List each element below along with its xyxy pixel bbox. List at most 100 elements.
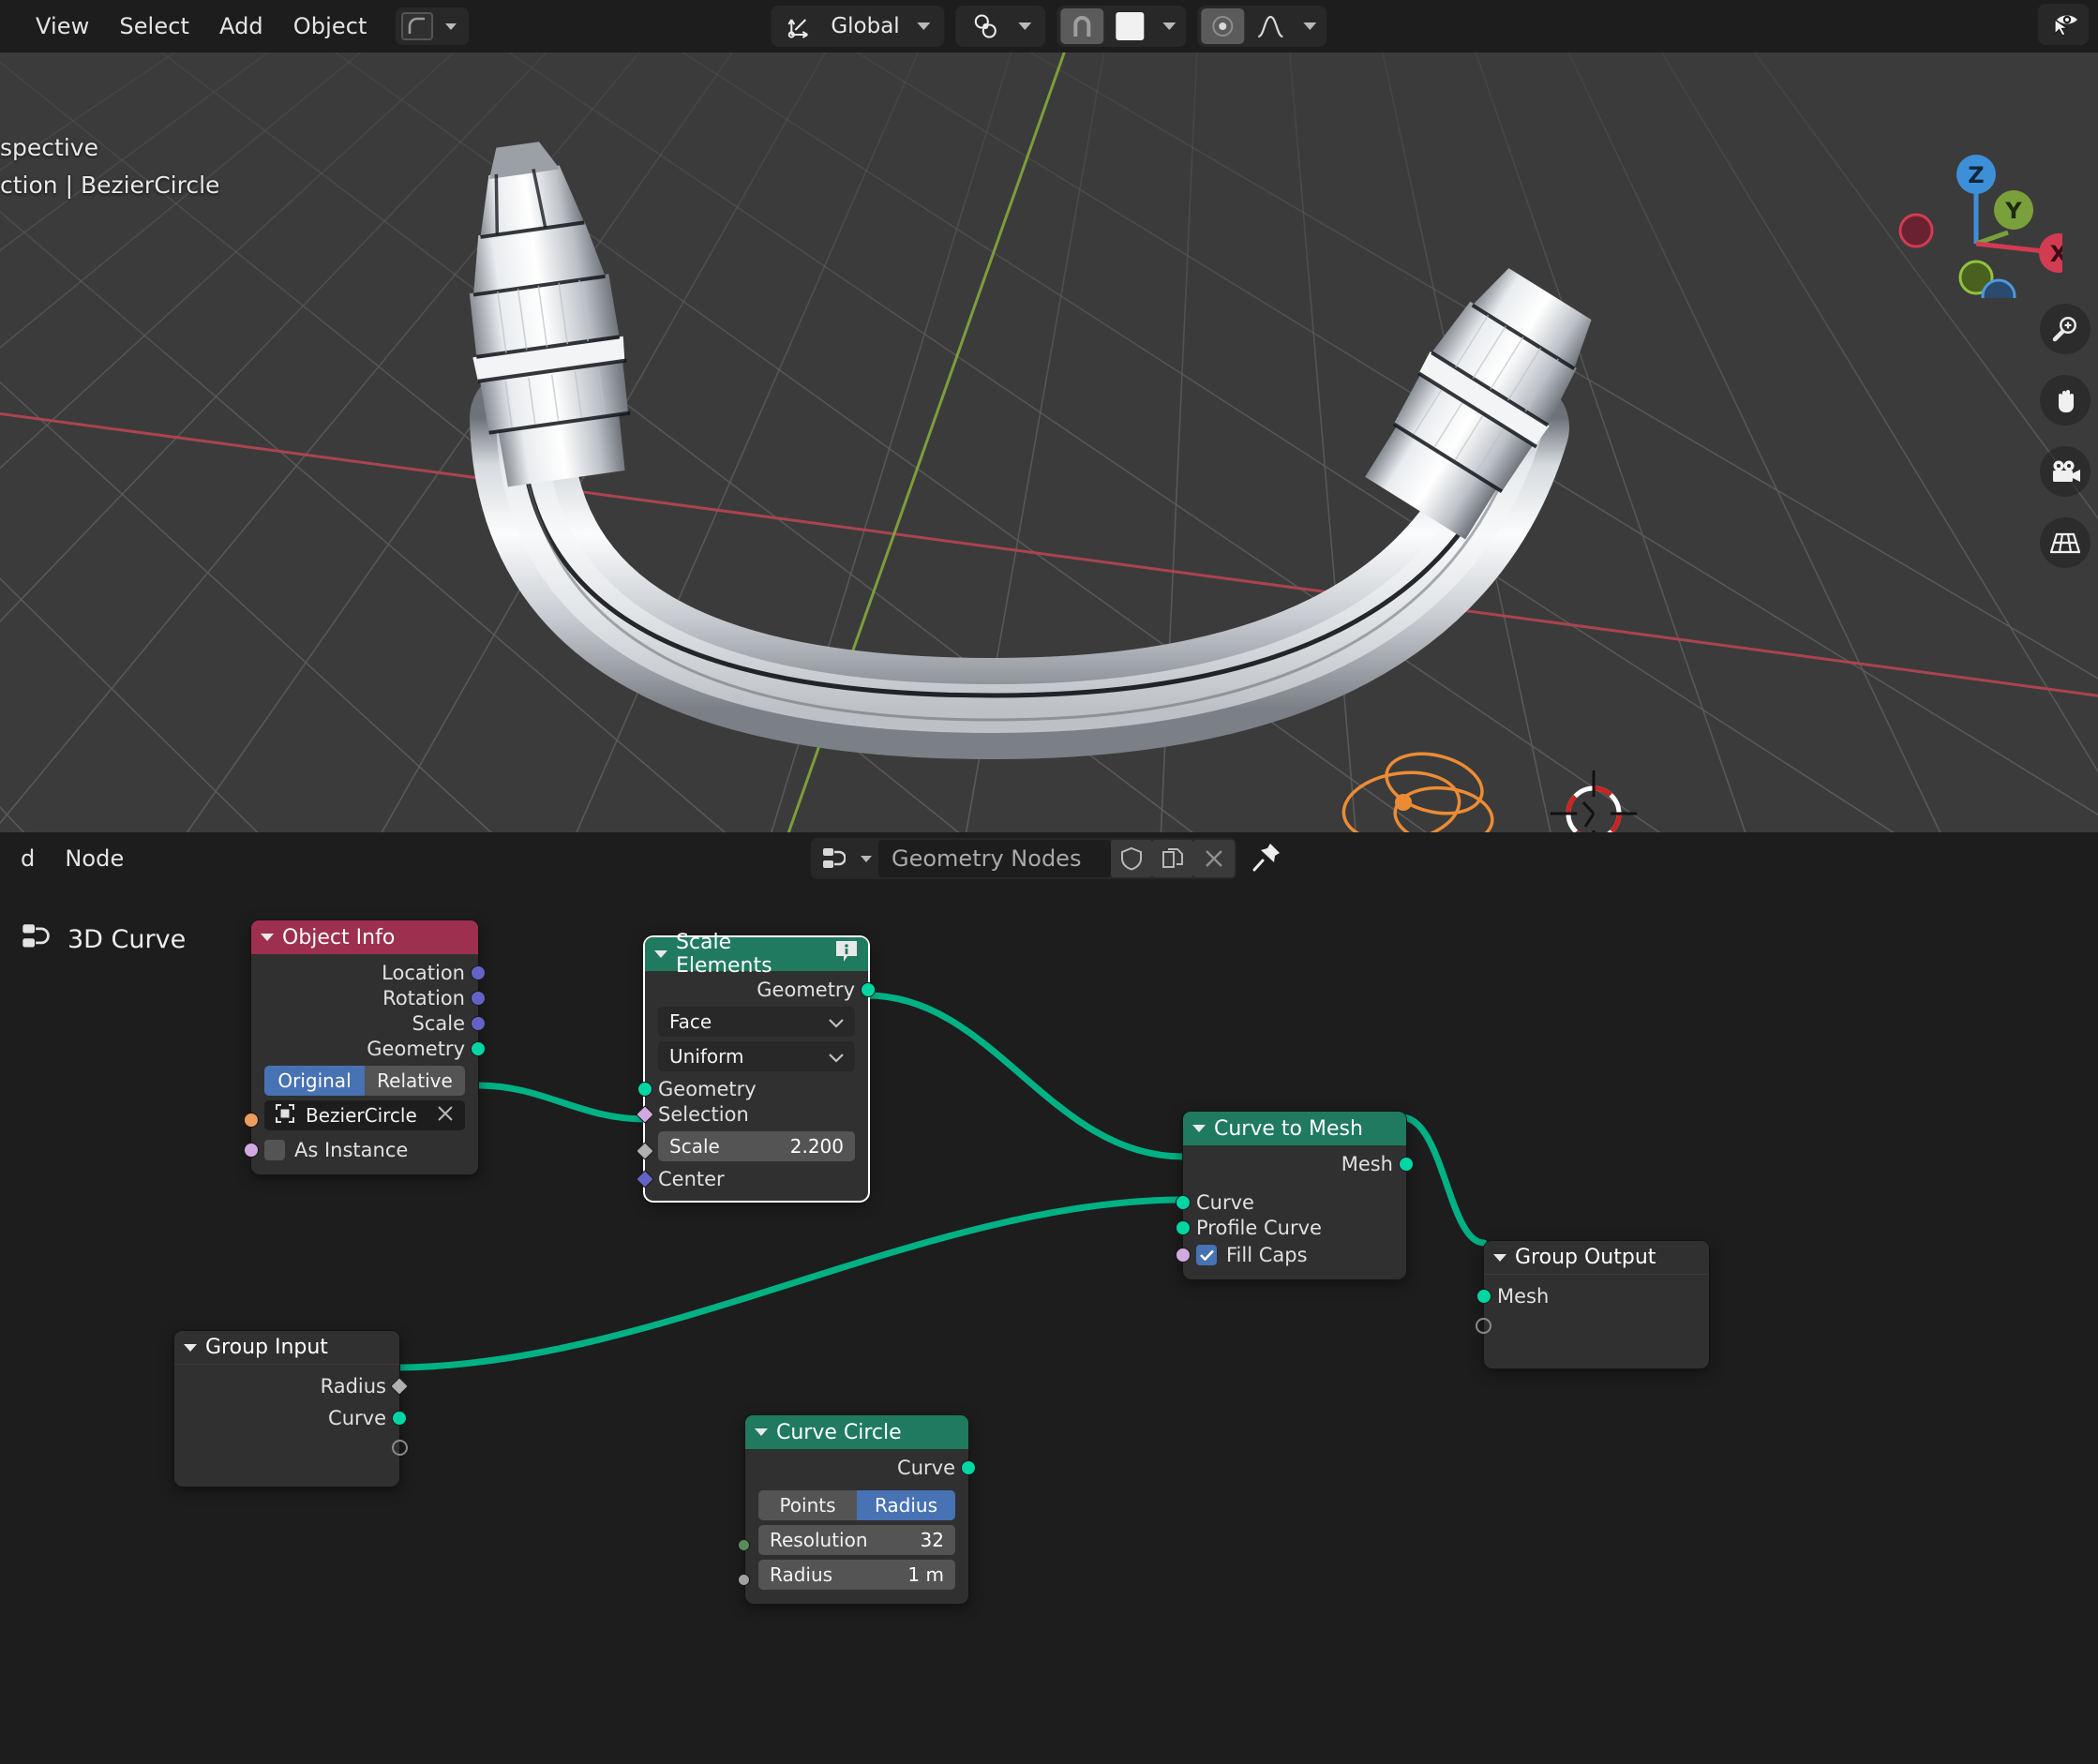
unlink-x-icon[interactable] — [1193, 840, 1235, 877]
node-group-input[interactable]: Group Input Radius Curve — [174, 1331, 409, 1487]
socket-curve-in[interactable] — [1176, 1194, 1191, 1210]
toggle-relative[interactable]: Relative — [365, 1066, 465, 1096]
socket-location-vector[interactable] — [471, 964, 486, 980]
node-editor-canvas[interactable]: 3D Curve Object Info Location Rotation S… — [0, 885, 2098, 1764]
snap-increment-swatch[interactable] — [1108, 8, 1153, 44]
node-group-output[interactable]: Group Output Mesh — [1476, 1241, 1709, 1368]
output-extend[interactable] — [174, 1434, 408, 1462]
node-header-object-info[interactable]: Object Info — [251, 920, 478, 954]
chevron-down-icon[interactable] — [1018, 22, 1032, 30]
toggle-original[interactable]: Original — [264, 1066, 365, 1096]
node-header-group-output[interactable]: Group Output — [1484, 1241, 1709, 1275]
transform-space-toggle[interactable]: Original Relative — [264, 1066, 465, 1096]
socket-rotation-vector[interactable] — [471, 990, 486, 1006]
menu-object[interactable]: Object — [278, 7, 382, 45]
socket-extend-empty[interactable] — [392, 1440, 408, 1456]
output-geometry[interactable]: Geometry — [645, 977, 876, 1002]
menu-add-truncated[interactable]: d — [21, 840, 50, 877]
socket-geometry-out[interactable] — [861, 981, 876, 997]
socket-as-instance[interactable] — [244, 1143, 259, 1158]
socket-center-vector[interactable] — [636, 1169, 654, 1188]
collapse-triangle-icon[interactable] — [261, 934, 274, 941]
x-icon[interactable] — [437, 1104, 454, 1127]
proportional-editing-icon[interactable] — [1201, 8, 1245, 44]
socket-fill-caps[interactable] — [1176, 1248, 1191, 1263]
menu-node[interactable]: Node — [50, 840, 139, 877]
socket-scale-field[interactable] — [636, 1142, 654, 1160]
socket-geometry-out[interactable] — [471, 1040, 486, 1056]
menu-select[interactable]: Select — [104, 7, 204, 45]
socket-mesh-in[interactable] — [1476, 1289, 1491, 1304]
scale-value-field[interactable]: Scale 2.200 — [658, 1131, 855, 1161]
output-curve[interactable]: Curve — [745, 1455, 976, 1480]
pan-hand-icon[interactable] — [2040, 375, 2091, 426]
output-mesh[interactable]: Mesh — [1183, 1151, 1414, 1176]
socket-radius-field[interactable] — [390, 1377, 409, 1396]
input-center[interactable]: Center — [636, 1166, 868, 1191]
snap-pill[interactable] — [955, 6, 1046, 47]
transform-orientation-pill[interactable]: Global — [771, 6, 945, 47]
input-curve[interactable]: Curve — [1176, 1189, 1406, 1215]
collapse-triangle-icon[interactable] — [184, 1343, 197, 1352]
node-header-scale-elements[interactable]: Scale Elements — [645, 931, 868, 978]
hose-mesh-object[interactable] — [0, 52, 2098, 832]
input-as-instance[interactable]: As Instance — [244, 1135, 478, 1165]
viewport-visibility-icon[interactable] — [2038, 4, 2089, 45]
fake-user-shield-icon[interactable] — [1111, 840, 1152, 877]
camera-icon[interactable] — [2040, 446, 2091, 497]
chevron-down-icon[interactable] — [861, 855, 872, 862]
snap-magnet-icon[interactable] — [1060, 8, 1104, 44]
output-location[interactable]: Location — [251, 960, 486, 985]
proportional-editing-pill[interactable] — [1197, 6, 1327, 47]
socket-resolution-int[interactable] — [738, 1538, 750, 1551]
resolution-field[interactable]: Resolution 32 — [758, 1525, 955, 1555]
socket-object-input[interactable] — [244, 1113, 259, 1128]
input-profile-curve[interactable]: Profile Curve — [1176, 1215, 1406, 1240]
object-field[interactable]: BezierCircle — [264, 1100, 465, 1130]
collapse-triangle-icon[interactable] — [654, 950, 667, 958]
node-curve-to-mesh[interactable]: Curve to Mesh Mesh Curve Profile Curve F… — [1176, 1112, 1414, 1279]
node-scale-elements[interactable]: Scale Elements Geometry Face Uniform Geo… — [636, 931, 876, 1201]
curve-circle-mode-toggle[interactable]: Points Radius — [758, 1490, 955, 1520]
input-geometry[interactable]: Geometry — [637, 1076, 868, 1101]
snap-magnet-pill[interactable] — [1056, 6, 1187, 47]
chevron-down-icon[interactable] — [1303, 22, 1317, 30]
input-mesh[interactable]: Mesh — [1476, 1280, 1709, 1312]
node-curve-circle[interactable]: Curve Circle Curve Points Radius Resolut… — [738, 1415, 976, 1604]
node-header-group-input[interactable]: Group Input — [174, 1331, 399, 1365]
collapse-triangle-icon[interactable] — [1192, 1125, 1206, 1132]
node-datablock-selector[interactable]: Geometry Nodes — [811, 838, 1236, 879]
output-geometry[interactable]: Geometry — [251, 1036, 486, 1061]
curve-falloff-dropdown[interactable] — [395, 7, 469, 45]
socket-extend-empty[interactable] — [1476, 1318, 1491, 1334]
output-scale[interactable]: Scale — [251, 1010, 486, 1036]
3d-viewport[interactable]: spective ction | BezierCircle Z Y X — [0, 52, 2098, 832]
toggle-points[interactable]: Points — [758, 1490, 857, 1520]
socket-curve-out[interactable] — [961, 1459, 976, 1475]
menu-view[interactable]: View — [21, 7, 104, 45]
socket-radius-float[interactable] — [738, 1573, 750, 1586]
as-instance-checkbox[interactable] — [264, 1140, 285, 1160]
domain-dropdown[interactable]: Face — [658, 1007, 855, 1037]
input-fill-caps[interactable]: Fill Caps — [1176, 1240, 1406, 1270]
grid-toggle-icon[interactable] — [2040, 517, 2091, 568]
node-header-curve-to-mesh[interactable]: Curve to Mesh — [1183, 1112, 1406, 1145]
pin-icon[interactable] — [1246, 842, 1287, 875]
node-object-info[interactable]: Object Info Location Rotation Scale Geom… — [244, 920, 486, 1174]
node-header-curve-circle[interactable]: Curve Circle — [745, 1415, 968, 1449]
socket-mesh-out[interactable] — [1399, 1156, 1414, 1172]
radius-field[interactable]: Radius 1 m — [758, 1560, 955, 1590]
chevron-down-icon[interactable] — [1162, 22, 1176, 30]
navigation-gizmo[interactable]: Z Y X — [1894, 129, 2062, 298]
output-curve[interactable]: Curve — [174, 1402, 407, 1434]
socket-scale-vector[interactable] — [471, 1015, 486, 1031]
input-extend[interactable] — [1476, 1312, 1709, 1340]
socket-curve-out[interactable] — [392, 1411, 407, 1426]
zoom-icon[interactable] — [2040, 304, 2091, 354]
smooth-falloff-icon[interactable] — [1249, 8, 1294, 44]
output-radius[interactable]: Radius — [174, 1370, 409, 1402]
new-copy-icon[interactable] — [1152, 840, 1193, 877]
info-badge-icon[interactable] — [834, 939, 859, 969]
collapse-triangle-icon[interactable] — [1493, 1253, 1506, 1262]
scale-mode-dropdown[interactable]: Uniform — [658, 1041, 855, 1071]
